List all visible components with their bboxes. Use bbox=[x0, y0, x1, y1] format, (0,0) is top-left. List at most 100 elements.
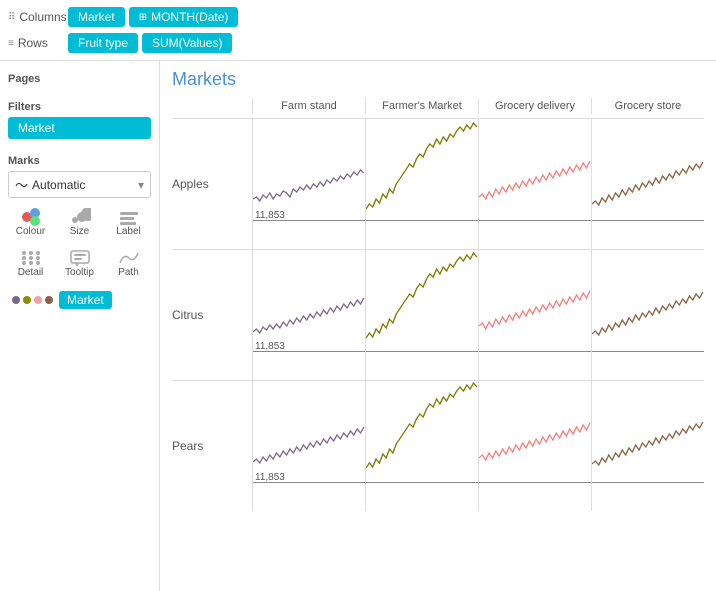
detail-icon bbox=[20, 249, 42, 267]
market-pill[interactable]: Market bbox=[68, 7, 125, 27]
label-mark-item[interactable]: Label bbox=[106, 204, 151, 241]
marks-auto-label: Automatic bbox=[32, 178, 85, 192]
calendar-icon: ⊞ bbox=[139, 12, 147, 23]
rows-row: ≡ Rows Fruit type SUM(Values) bbox=[8, 30, 708, 56]
chart-title: Markets bbox=[172, 69, 704, 90]
fruit-type-pill[interactable]: Fruit type bbox=[68, 33, 138, 53]
columns-label: ⠿ Columns bbox=[8, 10, 68, 24]
pages-section: Pages bbox=[8, 69, 151, 89]
header-grocery-delivery: Grocery delivery bbox=[478, 98, 591, 114]
chart-column-headers: Farm stand Farmer's Market Grocery deliv… bbox=[252, 98, 704, 114]
main-area: Pages Filters Market Marks 〜 Automatic ▾ bbox=[0, 61, 716, 591]
sum-values-pill-label: SUM(Values) bbox=[152, 36, 222, 50]
citrus-cells: 11,853 bbox=[252, 250, 704, 380]
rows-label: ≡ Rows bbox=[8, 36, 68, 50]
chart-row-apples: Apples 11,853 bbox=[172, 118, 704, 249]
marks-market-pill[interactable]: Market bbox=[59, 291, 112, 309]
pears-grocery-delivery-cell bbox=[478, 381, 591, 511]
pears-gd-sparkline bbox=[479, 381, 591, 511]
sidebar: Pages Filters Market Marks 〜 Automatic ▾ bbox=[0, 61, 160, 591]
label-icon bbox=[118, 208, 140, 226]
chart-rows: Apples 11,853 bbox=[172, 118, 704, 511]
pears-grocery-store-cell bbox=[591, 381, 704, 511]
columns-icon: ⠿ bbox=[8, 12, 15, 23]
dot-purple bbox=[12, 296, 20, 304]
row-label-pears: Pears bbox=[172, 381, 252, 511]
marks-title: Marks bbox=[8, 155, 151, 167]
apples-label: Apples bbox=[172, 177, 209, 191]
chart-area: Markets Farm stand Farmer's Market Groce… bbox=[160, 61, 716, 591]
sum-values-pill[interactable]: SUM(Values) bbox=[142, 33, 232, 53]
columns-row: ⠿ Columns Market ⊞ MONTH(Date) bbox=[8, 4, 708, 30]
month-pill-label: MONTH(Date) bbox=[151, 10, 228, 24]
size-icon bbox=[69, 208, 91, 226]
colour-label: Colour bbox=[16, 226, 45, 237]
market-color-label: Market bbox=[67, 293, 104, 307]
row-label-citrus: Citrus bbox=[172, 250, 252, 380]
marks-type-dropdown[interactable]: 〜 Automatic ▾ bbox=[8, 171, 151, 198]
header-farm-stand: Farm stand bbox=[252, 98, 365, 114]
marks-grid: Colour Size bbox=[8, 204, 151, 282]
apples-grocery-store-cell bbox=[591, 119, 704, 249]
pears-fm-sparkline bbox=[366, 381, 478, 511]
tooltip-mark-item[interactable]: Tooltip bbox=[57, 245, 102, 282]
apples-gd-sparkline bbox=[479, 119, 591, 249]
size-mark-item[interactable]: Size bbox=[57, 204, 102, 241]
chart-row-citrus: Citrus 11,853 bbox=[172, 249, 704, 380]
row-label-apples: Apples bbox=[172, 119, 252, 249]
detail-label: Detail bbox=[18, 267, 44, 278]
citrus-gd-sparkline bbox=[479, 250, 591, 380]
apples-fm-sparkline bbox=[366, 119, 478, 249]
filters-title: Filters bbox=[8, 101, 151, 113]
pears-farm-sparkline bbox=[253, 381, 365, 511]
dot-pink bbox=[34, 296, 42, 304]
marks-color-row: Market bbox=[8, 288, 151, 312]
fruit-type-pill-label: Fruit type bbox=[78, 36, 128, 50]
pears-cells: 11,853 bbox=[252, 381, 704, 511]
citrus-farm-stand-cell: 11,853 bbox=[252, 250, 365, 380]
citrus-fm-sparkline bbox=[366, 250, 478, 380]
label-label: Label bbox=[116, 226, 140, 237]
filters-section: Filters Market bbox=[8, 97, 151, 139]
apples-cells: 11,853 bbox=[252, 119, 704, 249]
citrus-label: Citrus bbox=[172, 308, 203, 322]
citrus-grocery-delivery-cell bbox=[478, 250, 591, 380]
color-dots bbox=[12, 296, 53, 304]
toolbar: ⠿ Columns Market ⊞ MONTH(Date) ≡ Rows Fr… bbox=[0, 0, 716, 61]
dot-olive bbox=[23, 296, 31, 304]
citrus-farm-sparkline bbox=[253, 250, 365, 380]
marks-section: Marks 〜 Automatic ▾ Co bbox=[8, 151, 151, 312]
dropdown-arrow-icon: ▾ bbox=[138, 178, 144, 192]
rows-icon: ≡ bbox=[8, 38, 14, 49]
tooltip-icon bbox=[69, 249, 91, 267]
filter-market-pill[interactable]: Market bbox=[8, 117, 151, 139]
filter-market-label: Market bbox=[18, 121, 55, 135]
pears-gs-sparkline bbox=[592, 381, 704, 511]
citrus-gs-sparkline bbox=[592, 250, 704, 380]
chart-row-pears: Pears 11,853 bbox=[172, 380, 704, 511]
pears-farmers-market-cell bbox=[365, 381, 478, 511]
colour-mark-item[interactable]: Colour bbox=[8, 204, 53, 241]
apples-farm-sparkline bbox=[253, 119, 365, 249]
apples-farmers-market-cell bbox=[365, 119, 478, 249]
citrus-grocery-store-cell bbox=[591, 250, 704, 380]
apples-grocery-delivery-cell bbox=[478, 119, 591, 249]
tooltip-label: Tooltip bbox=[65, 267, 94, 278]
automatic-wave-icon: 〜 bbox=[15, 175, 28, 194]
columns-text: Columns bbox=[19, 10, 66, 24]
app-container: ⠿ Columns Market ⊞ MONTH(Date) ≡ Rows Fr… bbox=[0, 0, 716, 591]
detail-mark-item[interactable]: Detail bbox=[8, 245, 53, 282]
pages-title: Pages bbox=[8, 73, 151, 85]
path-label: Path bbox=[118, 267, 139, 278]
colour-icon bbox=[20, 208, 42, 226]
path-mark-item[interactable]: Path bbox=[106, 245, 151, 282]
size-label: Size bbox=[70, 226, 89, 237]
rows-text: Rows bbox=[18, 36, 48, 50]
dot-brown bbox=[45, 296, 53, 304]
apples-farm-stand-cell: 11,853 bbox=[252, 119, 365, 249]
citrus-farmers-market-cell bbox=[365, 250, 478, 380]
market-pill-label: Market bbox=[78, 10, 115, 24]
header-farmers-market: Farmer's Market bbox=[365, 98, 478, 114]
month-date-pill[interactable]: ⊞ MONTH(Date) bbox=[129, 7, 239, 27]
header-grocery-store: Grocery store bbox=[591, 98, 704, 114]
